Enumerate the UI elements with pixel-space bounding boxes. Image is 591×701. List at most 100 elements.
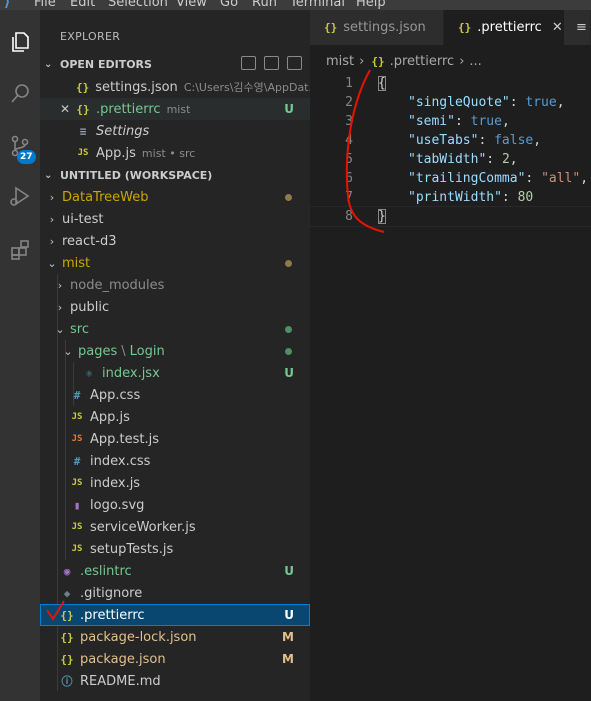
code-token: "tabWidth" bbox=[408, 152, 487, 167]
tree-file[interactable]: ⓘ README.md bbox=[40, 670, 310, 692]
run-debug-icon[interactable] bbox=[0, 176, 40, 216]
close-all-icon[interactable] bbox=[287, 56, 302, 70]
git-file-icon: ◆ bbox=[63, 586, 71, 600]
code-token: true bbox=[470, 114, 502, 129]
code-token: false bbox=[494, 133, 534, 148]
menu-selection[interactable]: Selection bbox=[108, 0, 168, 10]
file-name: logo.svg bbox=[90, 497, 145, 513]
tab-prettierrc[interactable]: {} .prettierrc ✕ bbox=[444, 10, 564, 45]
menu-run[interactable]: Run bbox=[252, 0, 277, 10]
chevron-down-icon: ⌄ bbox=[55, 322, 65, 336]
editor-tabs: {} settings.json {} .prettierrc ✕ ≡ bbox=[310, 10, 591, 45]
tree-file[interactable]: # index.css bbox=[40, 450, 310, 472]
code-token: "trailingComma" bbox=[408, 171, 526, 186]
folder-name: Login bbox=[129, 343, 165, 359]
tab-settings-json[interactable]: {} settings.json bbox=[310, 10, 444, 45]
tree-file[interactable]: ⚛ index.jsx U bbox=[40, 362, 310, 384]
tree-file[interactable]: JS setupTests.js bbox=[40, 538, 310, 560]
save-all-icon[interactable] bbox=[264, 56, 279, 70]
folder-name: src bbox=[70, 321, 89, 337]
open-editor-item[interactable]: JS App.js mist • src bbox=[40, 142, 310, 164]
chevron-right-icon: › bbox=[459, 54, 465, 69]
tree-file-selected[interactable]: {} .prettierrc U bbox=[40, 604, 310, 626]
code-line[interactable]: 4 "useTabs": false, bbox=[310, 131, 591, 150]
json-file-icon: {} bbox=[371, 55, 385, 68]
line-number: 7 bbox=[345, 190, 353, 205]
tree-folder[interactable]: ⌄ src bbox=[40, 318, 310, 340]
tree-file[interactable]: JS serviceWorker.js bbox=[40, 516, 310, 538]
tree-file[interactable]: JS App.test.js bbox=[40, 428, 310, 450]
js-file-icon: JS bbox=[77, 148, 89, 158]
code-line[interactable]: 6 "trailingComma": "all", bbox=[310, 169, 591, 188]
tree-file[interactable]: JS index.js bbox=[40, 472, 310, 494]
git-status-badge: U bbox=[284, 102, 294, 116]
tree-folder[interactable]: ⌄ mist bbox=[40, 252, 310, 274]
line-content: } bbox=[378, 207, 386, 226]
explorer-title: EXPLORER bbox=[60, 30, 121, 43]
breadcrumb-file[interactable]: .prettierrc bbox=[390, 54, 455, 69]
code-line[interactable]: 7 "printWidth": 80 bbox=[310, 188, 591, 207]
code-line[interactable]: 1{ bbox=[310, 74, 591, 93]
breadcrumb-more[interactable]: ... bbox=[469, 54, 481, 69]
menu-edit[interactable]: Edit bbox=[70, 0, 95, 10]
tree-file[interactable]: {} package.json M bbox=[40, 648, 310, 670]
new-untitled-file-icon[interactable] bbox=[241, 56, 256, 70]
tree-file[interactable]: {} package-lock.json M bbox=[40, 626, 310, 648]
settings-file-icon: ≡ bbox=[576, 20, 587, 35]
editor-area: {} settings.json {} .prettierrc ✕ ≡ mist… bbox=[309, 10, 591, 701]
tree-file[interactable]: ▮ logo.svg bbox=[40, 494, 310, 516]
json-file-icon: {} bbox=[324, 21, 338, 34]
tree-folder[interactable]: › public bbox=[40, 296, 310, 318]
explorer-icon[interactable] bbox=[0, 22, 40, 62]
tree-folder[interactable]: › ui-test bbox=[40, 208, 310, 230]
code-line[interactable]: 8} bbox=[309, 206, 591, 227]
source-control-icon[interactable]: 27 bbox=[0, 126, 40, 166]
tree-file[interactable]: ◉ .eslintrc U bbox=[40, 560, 310, 582]
tree-file[interactable]: JS App.js bbox=[40, 406, 310, 428]
open-editor-path: mist bbox=[166, 102, 191, 116]
tree-folder[interactable]: › node_modules bbox=[40, 274, 310, 296]
menu-view[interactable]: View bbox=[176, 0, 207, 10]
git-status-badge: U bbox=[284, 564, 294, 578]
open-editor-item[interactable]: ✕ {} .prettierrc mist U bbox=[40, 98, 310, 120]
folder-name: react-d3 bbox=[62, 233, 117, 249]
scm-count-badge: 27 bbox=[17, 150, 36, 164]
tree-folder[interactable]: › react-d3 bbox=[40, 230, 310, 252]
search-icon[interactable] bbox=[0, 74, 40, 114]
menu-help[interactable]: Help bbox=[356, 0, 386, 10]
folder-name: node_modules bbox=[70, 277, 165, 293]
tree-file[interactable]: ◆ .gitignore bbox=[40, 582, 310, 604]
tree-folder[interactable]: › DataTreeWeb bbox=[40, 186, 310, 208]
extensions-icon[interactable] bbox=[0, 230, 40, 270]
breadcrumb-folder[interactable]: mist bbox=[326, 54, 354, 69]
chevron-right-icon: › bbox=[359, 54, 365, 69]
open-editor-path: C:\Users\김수영\AppDat... bbox=[183, 81, 310, 94]
json-file-icon: {} bbox=[60, 652, 74, 666]
code-token: : bbox=[525, 171, 542, 186]
workspace-header[interactable]: ⌄ UNTITLED (WORKSPACE) bbox=[40, 164, 310, 186]
activity-bar: 27 bbox=[0, 10, 40, 701]
tree-file[interactable]: # App.css bbox=[40, 384, 310, 406]
json-file-icon: {} bbox=[458, 21, 472, 34]
line-number: 5 bbox=[345, 152, 353, 167]
open-editors-header[interactable]: ⌄ OPEN EDITORS bbox=[40, 53, 310, 75]
code-line[interactable]: 5 "tabWidth": 2, bbox=[310, 150, 591, 169]
open-editor-item[interactable]: {} settings.json C:\Users\김수영\AppDat... bbox=[40, 76, 310, 98]
folder-name: pages bbox=[78, 343, 118, 359]
close-icon[interactable]: ✕ bbox=[60, 102, 76, 116]
open-editor-item[interactable]: ≡ Settings bbox=[40, 120, 310, 142]
file-name: index.css bbox=[90, 453, 151, 469]
code-token: "all" bbox=[541, 171, 581, 186]
chevron-right-icon: › bbox=[49, 234, 55, 248]
tab-overflow[interactable]: ≡ bbox=[564, 10, 591, 45]
menu-file[interactable]: File bbox=[34, 0, 56, 10]
menu-terminal[interactable]: Terminal bbox=[290, 0, 345, 10]
react-file-icon: ⚛ bbox=[85, 366, 93, 380]
tree-folder[interactable]: ⌄ pages \ Login bbox=[40, 340, 310, 362]
menu-go[interactable]: Go bbox=[220, 0, 238, 10]
json-file-icon: {} bbox=[76, 80, 90, 94]
code-line[interactable]: 2 "singleQuote": true, bbox=[310, 93, 591, 112]
code-line[interactable]: 3 "semi": true, bbox=[310, 112, 591, 131]
close-tab-icon[interactable]: ✕ bbox=[552, 20, 563, 35]
code-token: : bbox=[501, 190, 518, 205]
